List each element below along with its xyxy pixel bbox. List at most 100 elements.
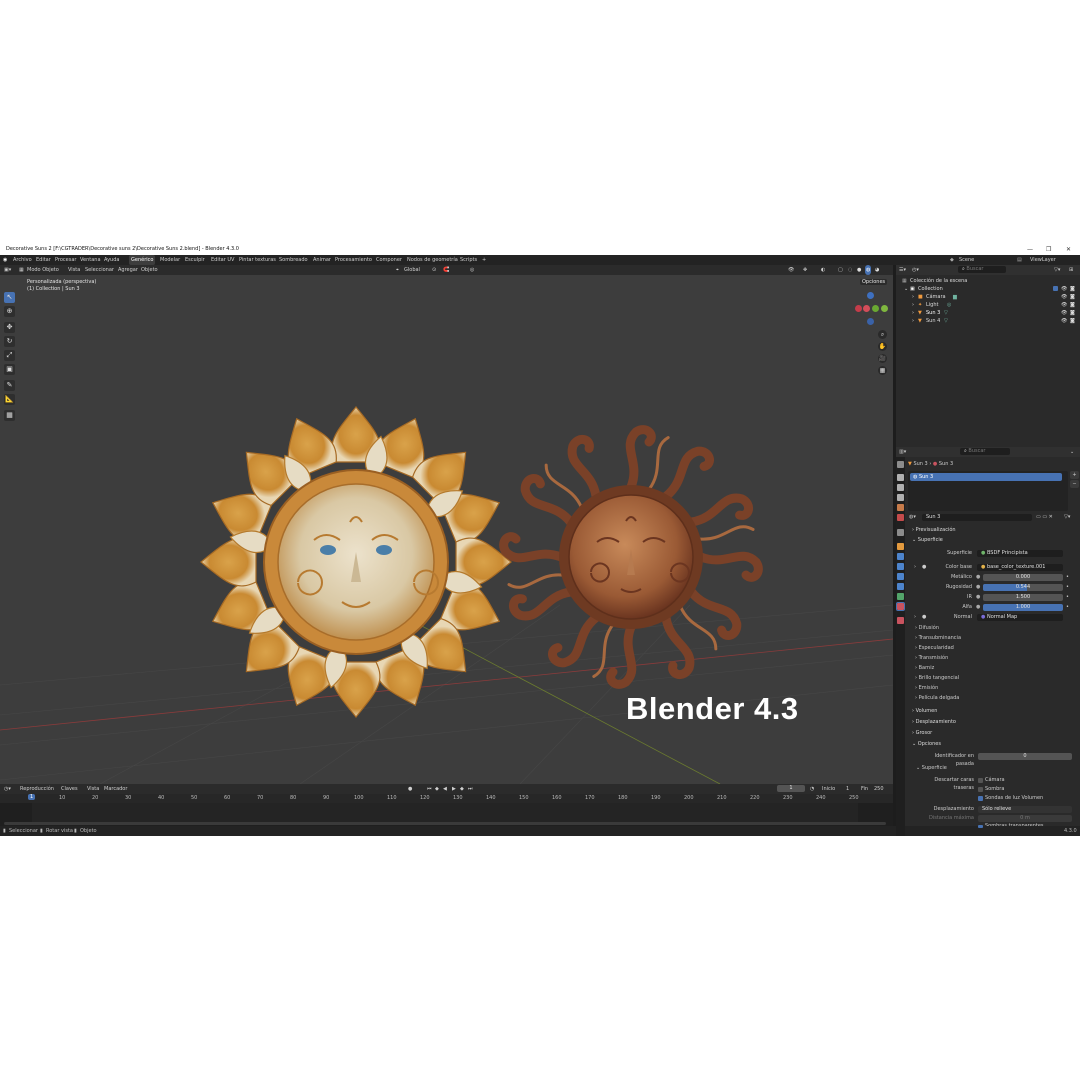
timeline-scrollbar[interactable]	[4, 822, 886, 825]
tab-componer[interactable]: Componer	[374, 255, 404, 265]
subpanel-sheen[interactable]: › Brillo tangencial	[915, 674, 959, 682]
timeline-editor-icon[interactable]: ◷▾	[4, 784, 11, 794]
subpanel-diffusion[interactable]: › Difusión	[915, 624, 939, 632]
menu-ayuda[interactable]: Ayuda	[104, 255, 119, 265]
subpanel-thin-film[interactable]: › Película delgada	[915, 694, 959, 702]
menu-vista-timeline[interactable]: Vista	[87, 784, 99, 794]
outliner-editor-icon[interactable]: ☰▾	[899, 267, 906, 273]
menu-marcador[interactable]: Marcador	[104, 784, 127, 794]
outliner-row-camera[interactable]: › ■ Cámara ▆ 👁 ◙	[896, 293, 1080, 301]
menu-agregar[interactable]: Agregar	[118, 265, 138, 275]
menu-seleccionar[interactable]: Seleccionar	[85, 265, 114, 275]
transform-tool-icon[interactable]: ▣	[4, 364, 15, 375]
current-frame-field[interactable]: 1	[777, 785, 805, 792]
next-key-icon[interactable]: ◆	[460, 784, 464, 794]
tab-nodos-geometria[interactable]: Nodos de geometría	[405, 255, 460, 265]
play-icon[interactable]: ▶	[452, 784, 456, 794]
max-distance-field[interactable]: 0 m	[978, 815, 1072, 822]
annotate-tool-icon[interactable]: ✎	[4, 380, 15, 391]
expand-arrow-icon[interactable]: ›	[912, 309, 914, 317]
menu-archivo[interactable]: Archivo	[13, 255, 32, 265]
pan-hand-icon[interactable]: ✋	[878, 342, 887, 351]
rotate-tool-icon[interactable]: ↻	[4, 336, 15, 347]
editor-type-icon[interactable]: ▣▾	[4, 265, 11, 275]
jump-start-icon[interactable]: ⏮	[427, 784, 432, 794]
roughness-field[interactable]: 0.544	[983, 584, 1063, 591]
pass-index-field[interactable]: 0	[978, 753, 1072, 760]
options-surface-subpanel[interactable]: ⌄ Superficie	[916, 764, 947, 772]
section-surface[interactable]: ⌄ Superficie	[912, 537, 943, 543]
section-displacement[interactable]: › Desplazamiento	[912, 719, 956, 725]
eye-icon[interactable]: 👁	[1061, 309, 1067, 317]
tab-modelar[interactable]: Modelar	[158, 255, 182, 265]
measure-tool-icon[interactable]: 📐	[4, 394, 15, 405]
expand-arrow-icon[interactable]: ›	[914, 563, 916, 571]
properties-editor[interactable]: ▥▾ ⌕ Buscar ⌄ ▼ Sun 3 › ● Sun 3 ◍ Sun 3 …	[896, 447, 1080, 836]
material-tab-icon[interactable]	[896, 602, 905, 611]
eye-icon[interactable]: 👁	[1061, 317, 1067, 325]
zoom-icon[interactable]: ⌕	[878, 330, 887, 339]
material-copy-icons[interactable]: ▭ ▭ ✕	[1036, 513, 1053, 521]
scale-tool-icon[interactable]: ⤢	[4, 350, 15, 361]
camera-render-icon[interactable]: ◙	[1070, 309, 1075, 317]
scene-selector[interactable]: Scene	[959, 255, 974, 265]
subpanel-transmission[interactable]: › Transmisión	[915, 654, 948, 662]
view-layer-selector[interactable]: ViewLayer	[1030, 255, 1056, 265]
displacement-method-dropdown[interactable]: Sólo relieve	[978, 806, 1072, 813]
shading-solid-icon[interactable]: ●	[857, 265, 861, 275]
menu-claves[interactable]: Claves	[61, 784, 78, 794]
modifier-tab-icon[interactable]	[897, 553, 904, 560]
proportional-edit-icon[interactable]: ◎	[470, 265, 474, 275]
properties-search[interactable]: ⌕ Buscar	[960, 448, 1010, 455]
object-tab-icon[interactable]	[897, 543, 904, 550]
section-volume[interactable]: › Volumen	[912, 708, 937, 714]
keyframe-dot-icon[interactable]: •	[1066, 573, 1069, 581]
gizmo-x-axis[interactable]	[863, 305, 870, 312]
display-mode-icon[interactable]: ◴▾	[912, 267, 919, 273]
tab-pintar-texturas[interactable]: Pintar texturas	[237, 255, 278, 265]
surface-shader-field[interactable]: ● BSDF Principista	[977, 550, 1063, 557]
material-slot-list[interactable]: ◍ Sun 3	[908, 471, 1068, 511]
mode-selector[interactable]: Modo Objeto	[27, 265, 59, 275]
outliner-search[interactable]: ⌕ Buscar	[958, 266, 1006, 273]
physics-tab-icon[interactable]	[897, 573, 904, 580]
keyframe-dot-icon[interactable]: •	[1066, 593, 1069, 601]
material-slot-row[interactable]: ◍ Sun 3	[910, 473, 1062, 481]
prev-key-icon[interactable]: ◆	[435, 784, 439, 794]
eye-icon[interactable]: 👁	[1061, 293, 1067, 301]
metallic-field[interactable]: 0.000	[983, 574, 1063, 581]
eye-icon[interactable]: 👁	[1061, 285, 1067, 293]
auto-key-icon[interactable]: ●	[408, 784, 412, 794]
remove-slot-button[interactable]: −	[1070, 480, 1079, 488]
section-thickness[interactable]: › Grosor	[912, 730, 932, 736]
view-layer-tab-icon[interactable]	[897, 494, 904, 501]
constraints-tab-icon[interactable]	[897, 583, 904, 590]
transparent-shadows-checkbox[interactable]	[978, 825, 983, 828]
properties-options-icon[interactable]: ⌄	[1070, 449, 1074, 455]
camera-render-icon[interactable]: ◙	[1070, 301, 1075, 309]
tab-generico[interactable]: Genérico	[129, 255, 156, 265]
shading-material-icon[interactable]: ◍	[865, 265, 872, 275]
light-probe-volume-checkbox[interactable]	[978, 796, 983, 801]
menu-vista[interactable]: Vista	[68, 265, 80, 275]
expand-arrow-icon[interactable]: ›	[912, 301, 914, 309]
filter-icon[interactable]: ▽▾	[1054, 267, 1060, 273]
collection-checkbox[interactable]	[1053, 286, 1058, 291]
section-preview[interactable]: › Previsualización	[912, 527, 956, 533]
options-button[interactable]: Opciones	[860, 279, 888, 285]
outliner-row-sun4[interactable]: › ▼ Sun 4 ▽ 👁 ◙	[896, 317, 1080, 325]
camera-view-icon[interactable]: 🎥	[878, 354, 887, 363]
gizmo-toggle-icon[interactable]: ✥	[803, 265, 807, 275]
outliner-row-light[interactable]: › ✦ Light ◎ 👁 ◙	[896, 301, 1080, 309]
gizmo-y-neg[interactable]	[881, 305, 888, 312]
section-options[interactable]: ⌄ Opciones	[912, 741, 941, 747]
outliner-row-collection[interactable]: ⌄ ▣ Collection 👁 ◙	[896, 285, 1080, 293]
gizmo-z-neg[interactable]	[867, 318, 874, 325]
add-workspace-button[interactable]: +	[482, 255, 486, 265]
menu-editar[interactable]: Editar	[36, 255, 51, 265]
material-filter-icon[interactable]: ▽▾	[1064, 513, 1070, 521]
keyframe-dot-icon[interactable]: •	[1066, 583, 1069, 591]
add-cube-tool-icon[interactable]: ▦	[4, 410, 15, 421]
menu-ventana[interactable]: Ventana	[80, 255, 101, 265]
expand-arrow-icon[interactable]: ⌄	[904, 285, 908, 293]
